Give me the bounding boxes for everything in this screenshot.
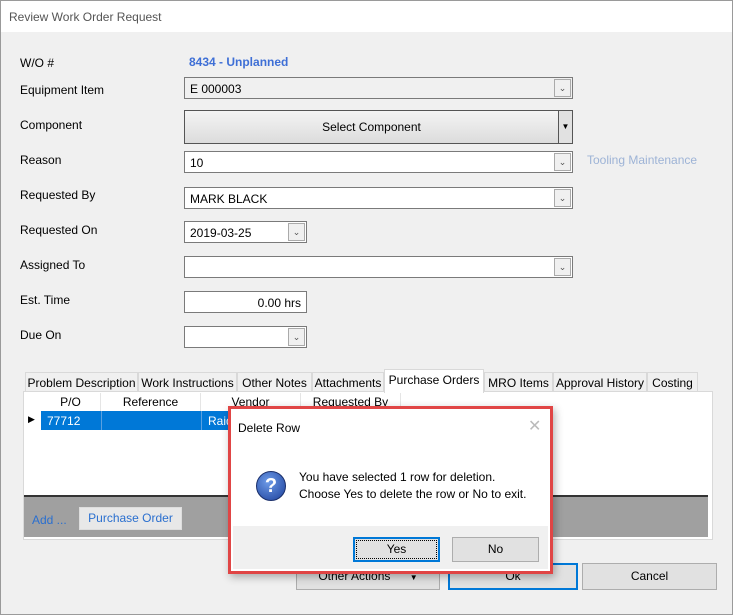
- chevron-down-icon[interactable]: ⌄: [554, 189, 571, 207]
- add-purchase-order-button[interactable]: Purchase Order: [79, 507, 182, 530]
- chevron-down-icon[interactable]: ⌄: [554, 153, 571, 171]
- due-on-label: Due On: [20, 328, 62, 342]
- chevron-down-icon[interactable]: ⌄: [288, 328, 305, 346]
- dialog-title: Delete Row: [238, 421, 301, 435]
- requested-by-select[interactable]: MARK BLACK ⌄: [184, 187, 573, 209]
- select-component-button[interactable]: Select Component: [184, 110, 559, 144]
- est-time-label: Est. Time: [20, 293, 71, 307]
- assigned-to-label: Assigned To: [20, 258, 86, 272]
- est-time-input[interactable]: 0.00 hrs: [184, 291, 307, 313]
- yes-button[interactable]: Yes: [353, 537, 440, 562]
- column-reference[interactable]: Reference: [101, 393, 201, 411]
- wo-number: 8434 - Unplanned: [189, 55, 289, 69]
- row-pointer-icon: ▶: [28, 414, 35, 424]
- due-on-date[interactable]: ⌄: [184, 326, 307, 348]
- chevron-down-icon[interactable]: ⌄: [554, 79, 571, 97]
- no-button[interactable]: No: [452, 537, 539, 562]
- close-icon[interactable]: ✕: [528, 416, 541, 436]
- requested-on-value: 2019-03-25: [190, 226, 252, 240]
- wo-label: W/O #: [20, 56, 55, 70]
- tab-purchase-orders[interactable]: Purchase Orders: [384, 369, 484, 393]
- reason-value: 10: [190, 156, 204, 170]
- window-title: Review Work Order Request: [1, 1, 732, 32]
- tab-other-notes[interactable]: Other Notes: [237, 372, 312, 392]
- cell-reference[interactable]: [101, 411, 201, 430]
- requested-on-date[interactable]: 2019-03-25 ⌄: [184, 221, 307, 243]
- tab-work-instructions[interactable]: Work Instructions: [138, 372, 237, 392]
- add-link[interactable]: Add ...: [32, 513, 67, 527]
- dialog-message-line1: You have selected 1 row for deletion.: [299, 470, 496, 484]
- reason-select[interactable]: 10 ⌄: [184, 151, 573, 173]
- requested-by-label: Requested By: [20, 188, 96, 202]
- tab-problem-description[interactable]: Problem Description: [25, 372, 138, 392]
- tab-approval-history[interactable]: Approval History: [553, 372, 647, 392]
- delete-row-dialog: Delete Row ✕ ? You have selected 1 row f…: [228, 406, 553, 574]
- tab-attachments[interactable]: Attachments: [312, 372, 384, 392]
- equipment-select[interactable]: E 000003 ⌄: [184, 77, 573, 99]
- requested-on-label: Requested On: [20, 223, 98, 237]
- tab-costing[interactable]: Costing: [647, 372, 698, 392]
- component-label: Component: [20, 118, 83, 132]
- caret-down-icon: ▼: [409, 573, 418, 582]
- column-po[interactable]: P/O: [41, 393, 101, 411]
- reason-label: Reason: [20, 153, 62, 167]
- chevron-down-icon[interactable]: ⌄: [554, 258, 571, 276]
- cell-po[interactable]: 77712: [41, 411, 101, 430]
- dialog-message-line2: Choose Yes to delete the row or No to ex…: [299, 487, 527, 501]
- reason-description: Tooling Maintenance: [587, 153, 698, 167]
- component-dropdown-button[interactable]: ▼: [558, 110, 573, 144]
- review-work-order-window: Review Work Order Request W/O # 8434 - U…: [0, 0, 733, 615]
- assigned-to-select[interactable]: ⌄: [184, 256, 573, 278]
- question-icon: ?: [256, 471, 286, 501]
- equipment-label: Equipment Item: [20, 83, 105, 97]
- cancel-button[interactable]: Cancel: [582, 563, 717, 590]
- requested-by-value: MARK BLACK: [190, 192, 268, 206]
- tab-mro-items[interactable]: MRO Items: [484, 372, 553, 392]
- equipment-value: E 000003: [190, 82, 242, 96]
- chevron-down-icon[interactable]: ⌄: [288, 223, 305, 241]
